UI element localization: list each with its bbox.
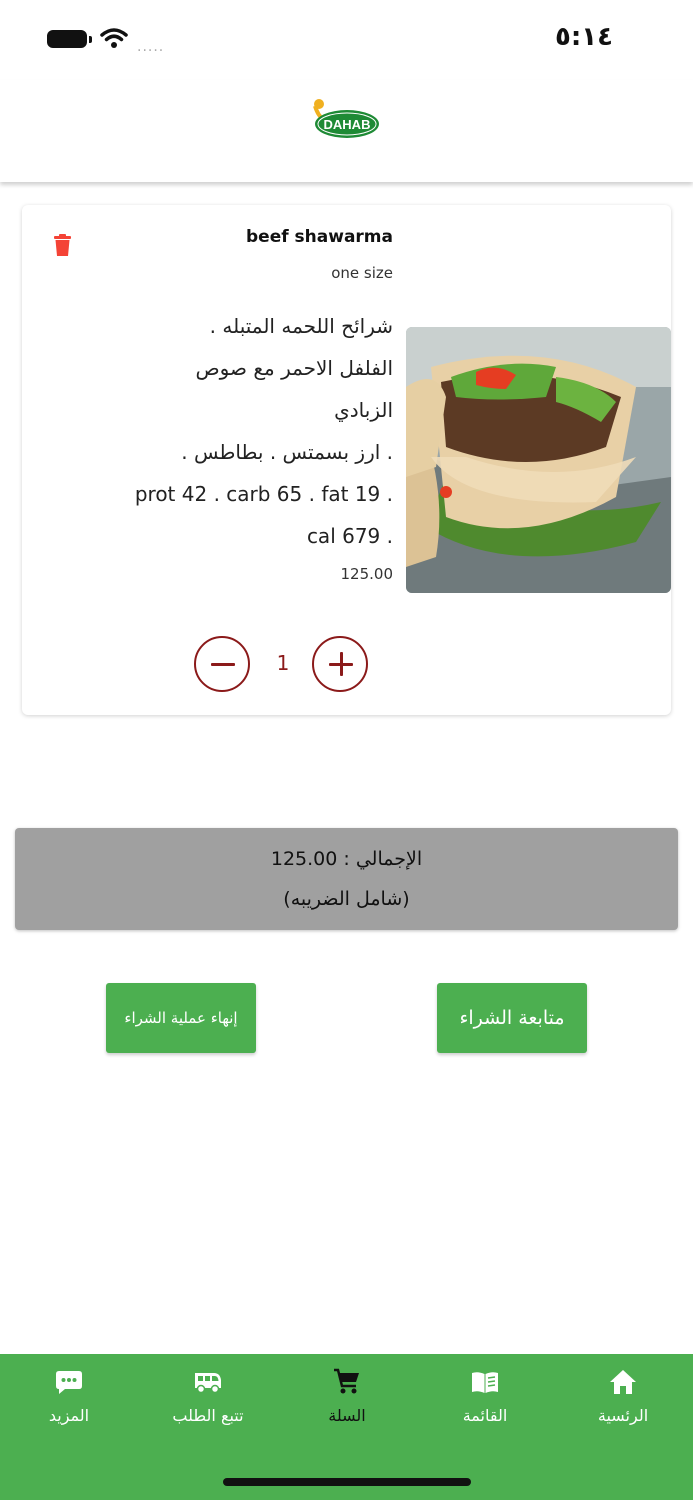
finish-checkout-button[interactable]: إنهاء عملية الشراء — [106, 983, 256, 1053]
quantity-value: 1 — [276, 651, 290, 675]
wifi-icon — [100, 28, 128, 48]
nav-item-home[interactable]: الرئسية — [568, 1354, 678, 1434]
chat-bubble-icon — [56, 1371, 82, 1394]
tax-note: (شامل الضريبه) — [283, 888, 410, 910]
continue-shopping-button[interactable]: متابعة الشراء — [437, 983, 587, 1053]
decrease-quantity-button[interactable] — [194, 636, 250, 692]
item-size: one size — [331, 264, 393, 282]
shawarma-image — [406, 327, 671, 593]
nav-label-track-order: تتبع الطلب — [172, 1406, 244, 1425]
item-description: شرائح اللحمه المتبله . الفلفل الاحمر مع … — [33, 305, 393, 557]
nav-label-cart: السلة — [328, 1406, 366, 1425]
nav-item-cart[interactable]: السلة — [292, 1354, 402, 1434]
increase-quantity-button[interactable] — [312, 636, 368, 692]
cart-icon — [334, 1368, 359, 1394]
total-amount: الإجمالي : 125.00 — [270, 848, 423, 870]
description-line: . prot 42 . carb 65 . fat 19 — [134, 482, 393, 506]
battery-icon — [47, 30, 92, 48]
delivery-van-icon — [195, 1373, 221, 1394]
nav-label-menu: القائمة — [462, 1406, 508, 1425]
description-line: . cal 679 — [306, 524, 393, 548]
dahab-logo: DAHAB — [313, 99, 379, 138]
nav-item-track-order[interactable]: تتبع الطلب — [153, 1354, 263, 1434]
logo-text: DAHAB — [324, 117, 371, 132]
description-line: شرائح اللحمه المتبله . — [209, 314, 393, 338]
home-icon — [610, 1370, 636, 1394]
nav-label-home: الرئسية — [597, 1406, 649, 1425]
status-bar: ..... ٥:١٤ — [0, 0, 693, 80]
cart-item-card: beef shawarma one size شرائح اللحمه المت… — [22, 205, 671, 715]
status-time: ٥:١٤ — [554, 22, 613, 52]
description-line: . ارز بسمتس . بطاطس . — [181, 440, 393, 464]
nav-label-more: المزيد — [48, 1406, 90, 1425]
item-name: beef shawarma — [246, 227, 393, 247]
signal-dots: ..... — [137, 39, 165, 55]
item-price: 125.00 — [340, 565, 394, 583]
description-line: الفلفل الاحمر مع صوص — [195, 356, 394, 380]
nav-item-menu[interactable]: القائمة — [430, 1354, 540, 1434]
nav-item-more[interactable]: المزيد — [14, 1354, 124, 1434]
description-line: الزبادي — [334, 398, 393, 422]
menu-book-icon — [472, 1372, 498, 1393]
home-indicator — [223, 1478, 471, 1486]
order-total-box: الإجمالي : 125.00 (شامل الضريبه) — [15, 828, 678, 930]
trash-icon[interactable] — [54, 234, 71, 256]
